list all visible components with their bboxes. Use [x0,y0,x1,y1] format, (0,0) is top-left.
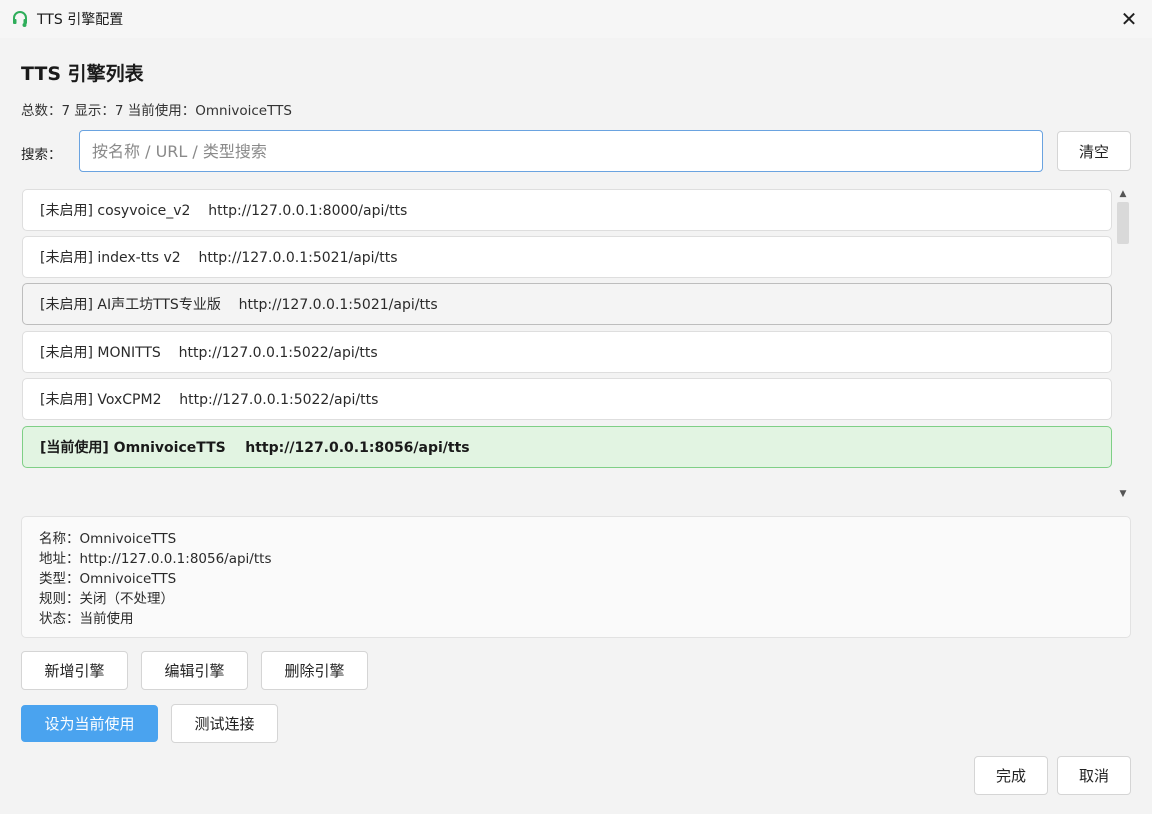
headset-icon [13,11,27,27]
engine-list: [未启用] cosyvoice_v2 http://127.0.0.1:8000… [21,186,1133,504]
window-title: TTS 引擎配置 [37,12,124,28]
detail-url: 地址：http://127.0.0.1:8056/api/tts [39,551,272,567]
detail-name: 名称：OmnivoiceTTS [39,531,177,547]
detail-rule: 规则：关闭（不处理） [39,591,174,607]
set-current-button[interactable]: 设为当前使用 [21,705,158,742]
clear-search-button[interactable]: 清空 [1057,131,1131,171]
engine-list-item[interactable]: [未启用] MONITTS http://127.0.0.1:5022/api/… [22,331,1112,373]
scroll-up-icon[interactable]: ▲ [1115,186,1131,202]
edit-engine-button[interactable]: 编辑引擎 [141,651,248,690]
scroll-down-icon[interactable]: ▼ [1115,486,1131,502]
detail-type: 类型：OmnivoiceTTS [39,571,177,587]
tts-engine-config-window: TTS 引擎配置 ✕ TTS 引擎列表 总数：7 显示：7 当前使用：Omniv… [0,0,1152,814]
list-scrollbar[interactable]: ▲ ▼ [1115,186,1131,504]
title-bar: TTS 引擎配置 ✕ [0,0,1152,38]
close-icon[interactable]: ✕ [1106,0,1152,38]
add-engine-button[interactable]: 新增引擎 [21,651,128,690]
test-connection-button[interactable]: 测试连接 [171,704,278,743]
search-input[interactable] [79,130,1043,172]
detail-status: 状态：当前使用 [39,611,134,627]
page-title: TTS 引擎列表 [21,63,144,85]
engine-details-panel: 名称：OmnivoiceTTS 地址：http://127.0.0.1:8056… [21,516,1131,638]
cancel-button[interactable]: 取消 [1057,756,1131,795]
engine-summary: 总数：7 显示：7 当前使用：OmnivoiceTTS [21,103,292,119]
scroll-thumb[interactable] [1117,202,1129,244]
engine-list-item[interactable]: [未启用] cosyvoice_v2 http://127.0.0.1:8000… [22,189,1112,231]
engine-list-item[interactable]: [未启用] AI声工坊TTS专业版 http://127.0.0.1:5021/… [22,283,1112,325]
engine-list-item[interactable]: [未启用] VoxCPM2 http://127.0.0.1:5022/api/… [22,378,1112,420]
done-button[interactable]: 完成 [974,756,1048,795]
engine-list-item-current[interactable]: [当前使用] OmnivoiceTTS http://127.0.0.1:805… [22,426,1112,468]
search-label: 搜索： [21,147,62,163]
engine-list-item[interactable]: [未启用] index-tts v2 http://127.0.0.1:5021… [22,236,1112,278]
delete-engine-button[interactable]: 删除引擎 [261,651,368,690]
